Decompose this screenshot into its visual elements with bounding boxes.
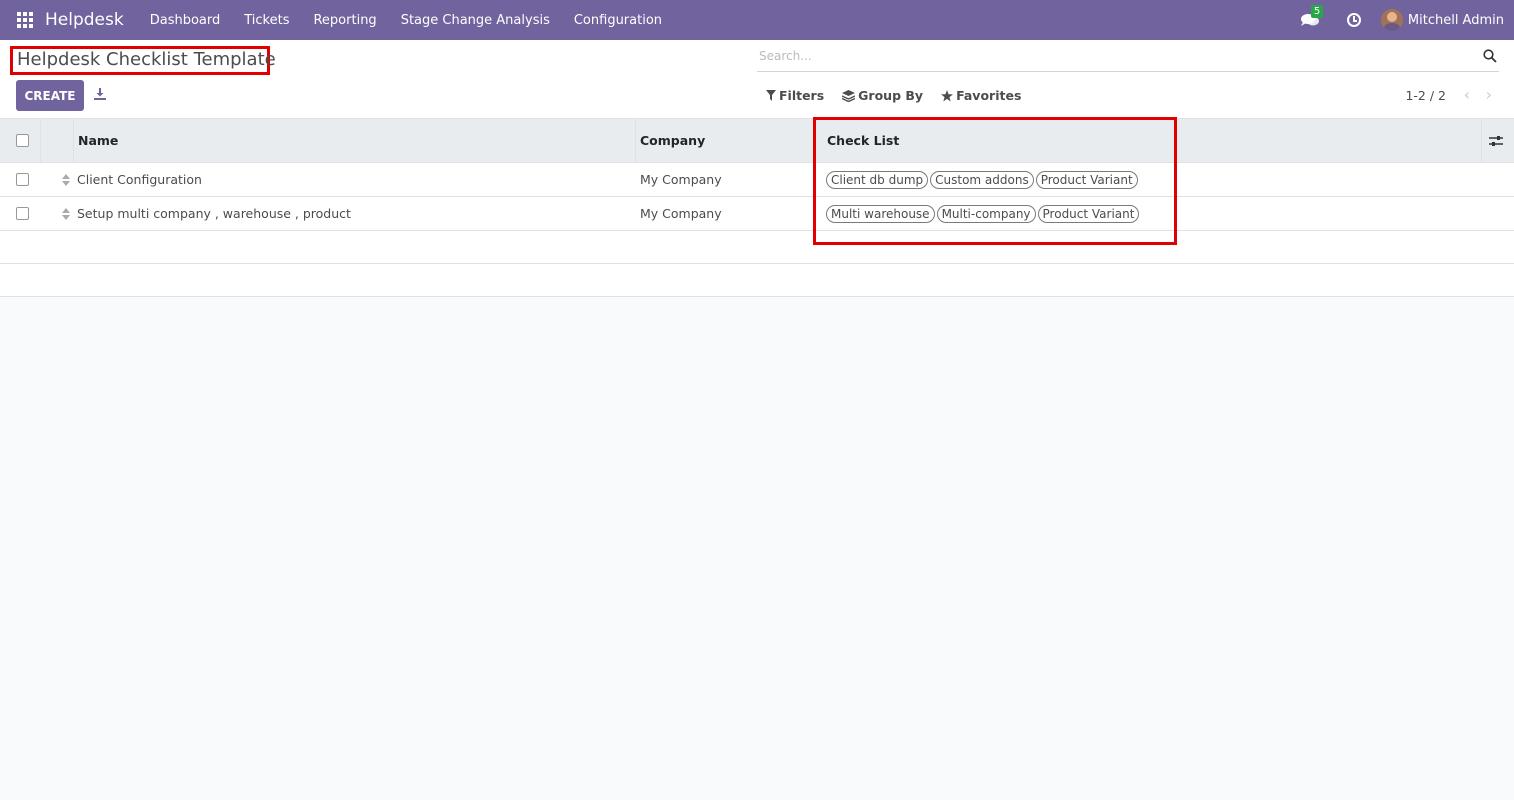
drag-handle-icon (62, 173, 70, 186)
row-company[interactable]: My Company (640, 163, 722, 196)
star-icon (941, 89, 954, 101)
filters-button[interactable]: Filters (766, 88, 824, 103)
apps-menu-icon[interactable] (17, 12, 33, 28)
table-row[interactable]: Setup multi company , warehouse , produc… (0, 197, 1514, 231)
optional-columns-toggle[interactable] (1489, 119, 1503, 162)
create-button[interactable]: CREATE (16, 80, 84, 111)
row-select-cell (16, 163, 29, 196)
sliders-icon (1489, 135, 1503, 146)
checklist-tag: Product Variant (1035, 170, 1138, 189)
checklist-tag: Multi warehouse (826, 204, 935, 223)
pager-previous-icon[interactable]: ‹ (1464, 87, 1470, 103)
empty-row (0, 264, 1514, 297)
column-header-check-list[interactable]: Check List (827, 119, 899, 162)
group-by-label: Group By (858, 88, 924, 103)
menu-stage-change-analysis[interactable]: Stage Change Analysis (389, 13, 562, 28)
table-header: Name Company Check List (0, 119, 1514, 163)
chat-icon[interactable]: 5 (1300, 5, 1324, 27)
row-checklist-tags[interactable]: Multi warehouse Multi-company Product Va… (826, 197, 1141, 230)
row-drag-handle[interactable] (62, 197, 70, 230)
filter-icon (766, 90, 776, 101)
search-options: Filters Group By Favorites (766, 88, 1039, 103)
page-title: Helpdesk Checklist Template (10, 46, 276, 75)
layers-icon (842, 89, 856, 102)
row-name[interactable]: Client Configuration (77, 163, 202, 196)
search-icon[interactable] (1483, 49, 1497, 63)
column-divider (635, 119, 636, 163)
user-menu-name[interactable]: Mitchell Admin (1408, 13, 1504, 28)
control-panel: Helpdesk Checklist Template CREATE Filte… (0, 40, 1514, 119)
row-drag-handle[interactable] (62, 163, 70, 196)
row-name[interactable]: Setup multi company , warehouse , produc… (77, 197, 351, 230)
search-bar (757, 46, 1499, 72)
menu-configuration[interactable]: Configuration (562, 13, 674, 28)
user-avatar[interactable] (1380, 9, 1403, 31)
checklist-tag: Client db dump (826, 170, 929, 189)
table-row[interactable]: Client Configuration My Company Client d… (0, 163, 1514, 197)
empty-row (0, 231, 1514, 264)
select-all-checkbox[interactable] (16, 134, 29, 147)
pager-next-icon[interactable]: › (1486, 87, 1492, 103)
row-select-cell (16, 197, 29, 230)
row-checkbox[interactable] (16, 207, 29, 220)
column-divider (73, 119, 74, 163)
pager-value[interactable]: 1-2 / 2 (1405, 88, 1446, 103)
row-checklist-tags[interactable]: Client db dump Custom addons Product Var… (826, 163, 1140, 196)
row-checkbox[interactable] (16, 173, 29, 186)
messages-count-badge: 5 (1310, 5, 1324, 18)
row-company[interactable]: My Company (640, 197, 722, 230)
filters-label: Filters (779, 88, 825, 103)
search-input[interactable] (759, 49, 1459, 63)
column-header-company[interactable]: Company (640, 119, 705, 162)
checklist-tag: Product Variant (1037, 204, 1140, 223)
drag-handle-icon (62, 207, 70, 220)
checklist-tag: Multi-company (936, 204, 1036, 223)
activity-clock-icon[interactable] (1346, 13, 1361, 27)
favorites-button[interactable]: Favorites (941, 88, 1021, 103)
group-by-button[interactable]: Group By (842, 88, 923, 103)
menu-reporting[interactable]: Reporting (301, 13, 388, 28)
download-icon[interactable] (94, 88, 106, 100)
menu-dashboard[interactable]: Dashboard (138, 13, 233, 28)
menu-tickets[interactable]: Tickets (232, 13, 301, 28)
favorites-label: Favorites (956, 88, 1022, 103)
list-view-table: Name Company Check List Client Configura… (0, 119, 1514, 297)
column-divider (1481, 119, 1482, 163)
app-brand[interactable]: Helpdesk (45, 10, 124, 30)
select-all-cell (16, 119, 29, 162)
column-divider (40, 119, 41, 163)
top-navbar: Helpdesk Dashboard Tickets Reporting Sta… (0, 0, 1514, 40)
checklist-tag: Custom addons (930, 170, 1034, 189)
column-header-name[interactable]: Name (78, 119, 118, 162)
